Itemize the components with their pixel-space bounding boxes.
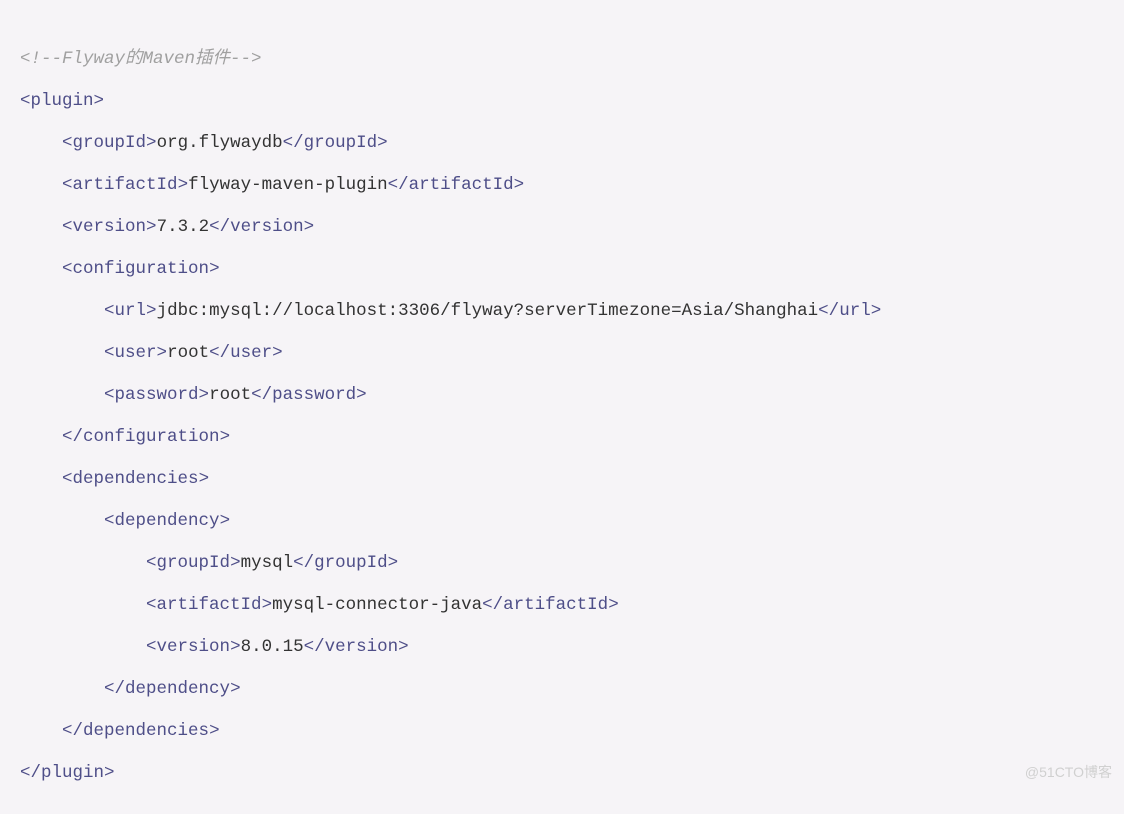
xml-code-block: <!--Flyway的Maven插件--> <plugin> <groupId>…: [0, 0, 1124, 814]
watermark-text: @51CTO博客: [1025, 756, 1112, 790]
xml-comment: <!--Flyway的Maven插件-->: [20, 49, 262, 69]
